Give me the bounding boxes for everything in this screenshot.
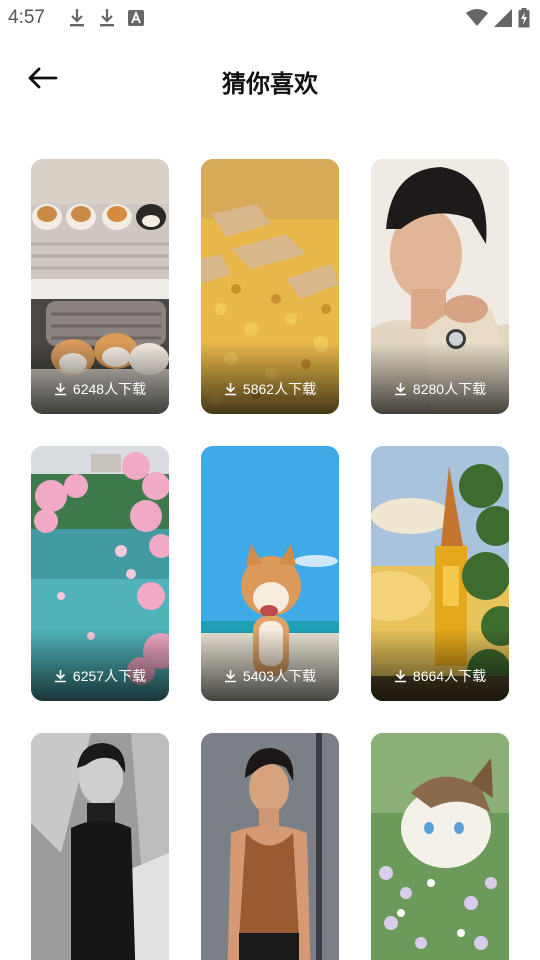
download-icon <box>54 382 67 396</box>
wallpaper-grid: 6248人下载 5862人下载 8280人下载 6257人下载 5403人下载 … <box>31 159 511 960</box>
wallpaper-card[interactable]: 5862人下载 <box>201 159 339 414</box>
wallpaper-card[interactable]: 6257人下载 <box>31 446 169 701</box>
wallpaper-image <box>371 733 509 960</box>
wallpaper-card[interactable]: 8664人下载 <box>371 446 509 701</box>
status-time: 4:57 <box>8 7 45 28</box>
download-icon <box>224 382 237 396</box>
wallpaper-card[interactable]: 5403人下载 <box>201 446 339 701</box>
header: 猜你喜欢 <box>0 50 540 106</box>
status-notifications <box>68 8 144 28</box>
wallpaper-card[interactable] <box>371 733 509 960</box>
download-icon <box>98 8 116 28</box>
font-a-icon <box>128 10 144 26</box>
download-icon <box>68 8 86 28</box>
status-bar: 4:57 <box>0 0 540 36</box>
download-count: 6257人下载 <box>31 666 169 686</box>
wallpaper-image <box>31 733 169 960</box>
download-count: 5862人下载 <box>201 379 339 399</box>
page-title: 猜你喜欢 <box>222 71 318 98</box>
wallpaper-card[interactable]: 8280人下载 <box>371 159 509 414</box>
wallpaper-image <box>201 733 339 960</box>
status-system-icons <box>466 8 530 28</box>
wallpaper-card[interactable] <box>31 733 169 960</box>
download-icon <box>54 669 67 683</box>
wallpaper-card[interactable] <box>201 733 339 960</box>
download-count: 6248人下载 <box>31 379 169 399</box>
wifi-icon <box>466 9 488 27</box>
download-count: 8664人下载 <box>371 666 509 686</box>
signal-icon <box>494 9 512 27</box>
download-icon <box>224 669 237 683</box>
wallpaper-card[interactable]: 6248人下载 <box>31 159 169 414</box>
download-icon <box>394 382 407 396</box>
download-icon <box>394 669 407 683</box>
battery-charging-icon <box>518 8 530 28</box>
download-count: 5403人下载 <box>201 666 339 686</box>
download-count: 8280人下载 <box>371 379 509 399</box>
